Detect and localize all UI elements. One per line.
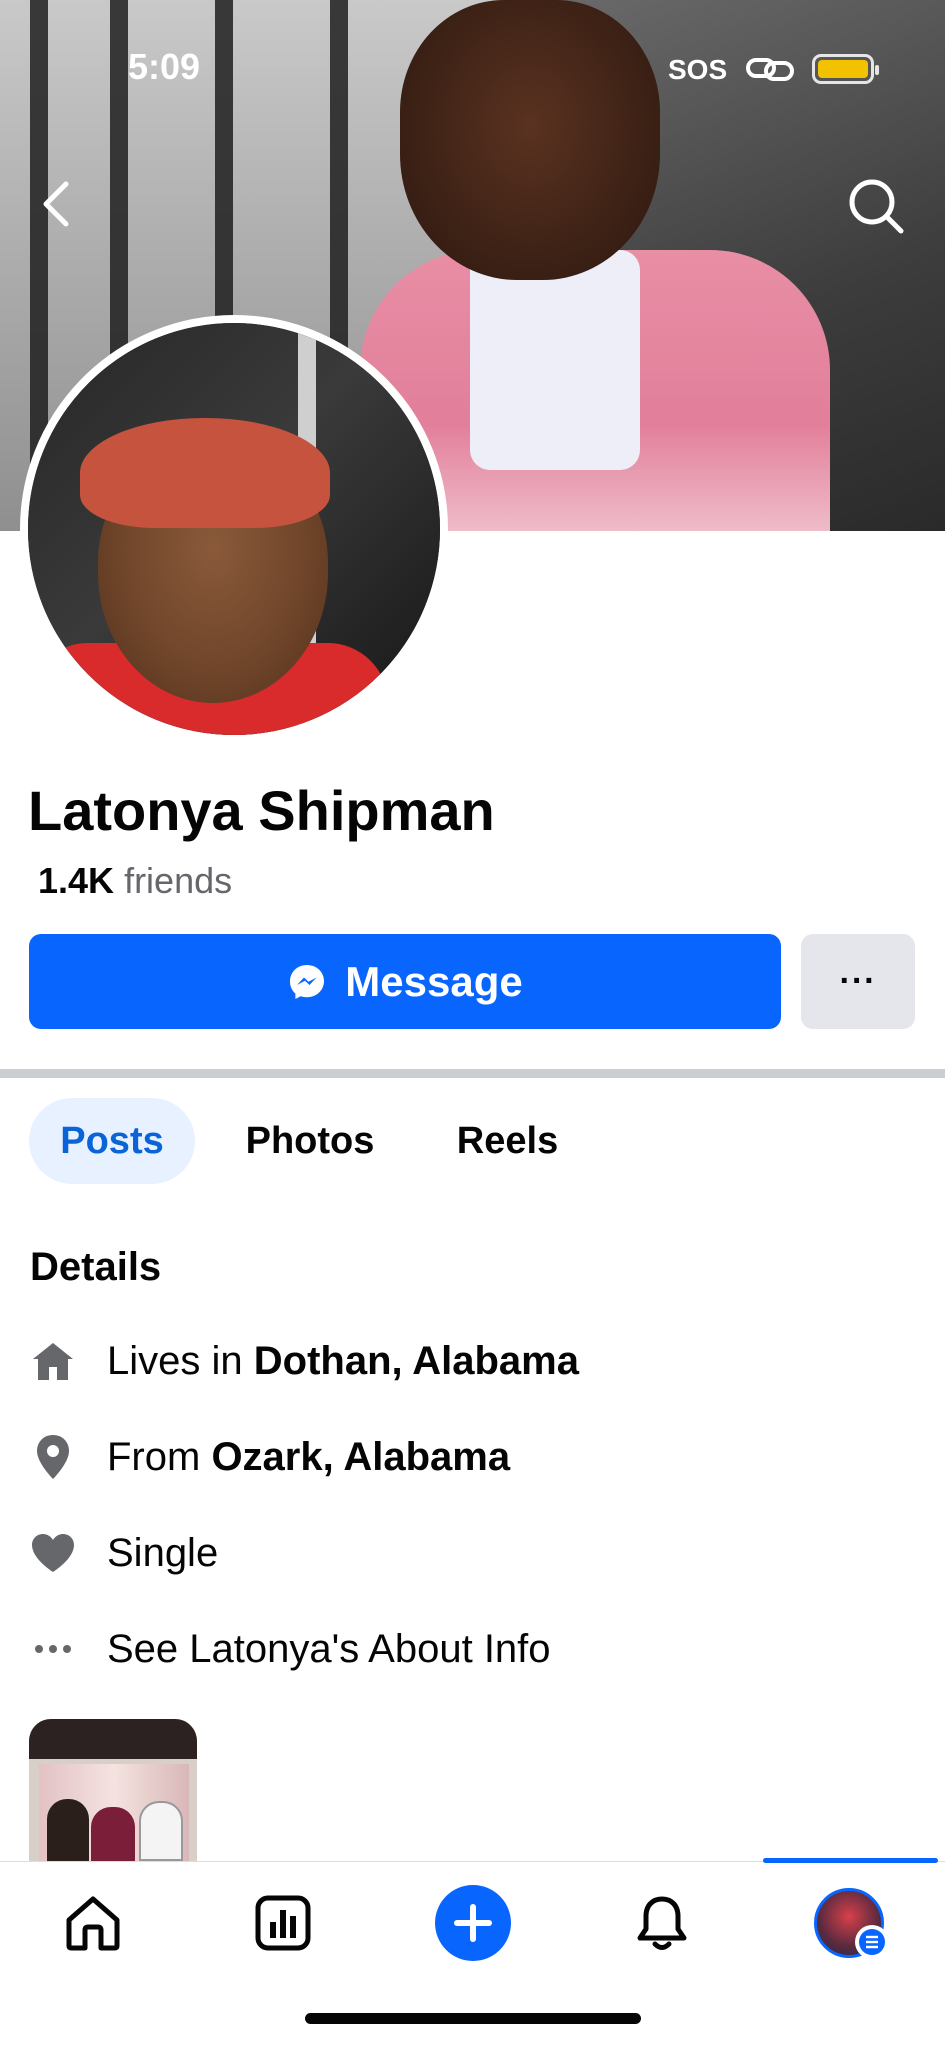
see-about-info-link[interactable]: See Latonya's About Info <box>0 1614 945 1684</box>
heart-icon <box>28 1528 78 1578</box>
details-heading: Details <box>30 1245 162 1289</box>
detail-from: From Ozark, Alabama <box>0 1422 945 1492</box>
from-value: Ozark, Alabama <box>211 1434 511 1479</box>
lives-prefix: Lives in <box>107 1338 254 1383</box>
status-sos: SOS <box>668 54 728 85</box>
cover-shirt <box>470 250 640 470</box>
home-indicator <box>305 2013 641 2024</box>
more-dots-icon: ··· <box>839 962 877 1000</box>
link-icon <box>745 54 795 84</box>
nav-notifications[interactable] <box>627 1888 697 1958</box>
search-button[interactable] <box>846 176 906 236</box>
tab-posts[interactable]: Posts <box>29 1098 195 1184</box>
profile-name: Latonya Shipman <box>28 779 495 842</box>
status-time: 5:09 <box>128 46 201 87</box>
detail-relationship: Single <box>0 1518 945 1588</box>
section-divider <box>0 1069 945 1078</box>
friends-count[interactable]: 1.4K friends <box>38 860 232 902</box>
more-options-button[interactable]: ··· <box>801 934 915 1029</box>
menu-badge-icon <box>855 1925 889 1959</box>
message-label: Message <box>345 957 523 1005</box>
relationship-status: Single <box>107 1530 219 1575</box>
bell-icon <box>637 1896 687 1950</box>
search-icon <box>849 179 904 234</box>
create-plus-icon <box>454 1904 492 1942</box>
friends-label: friends <box>124 860 233 901</box>
nav-create[interactable] <box>435 1885 511 1961</box>
profile-avatar[interactable] <box>20 315 448 743</box>
home-icon <box>66 1896 120 1951</box>
friends-number: 1.4K <box>38 860 115 901</box>
nav-dashboard[interactable] <box>248 1888 318 1958</box>
about-info-label: See Latonya's About Info <box>107 1626 551 1671</box>
battery-icon <box>812 54 879 84</box>
featured-photo[interactable] <box>29 1719 197 1861</box>
nav-home[interactable] <box>58 1888 128 1958</box>
dashboard-icon <box>255 1895 311 1951</box>
cover-face <box>400 0 660 280</box>
more-horizontal-icon <box>28 1624 78 1674</box>
location-pin-icon <box>28 1432 78 1482</box>
tab-reels[interactable]: Reels <box>430 1098 585 1184</box>
detail-lives-in: Lives in Dothan, Alabama <box>0 1326 945 1396</box>
back-button[interactable] <box>34 176 78 232</box>
from-prefix: From <box>107 1434 212 1479</box>
tab-photos[interactable]: Photos <box>225 1098 395 1184</box>
message-button[interactable]: Message <box>29 934 781 1029</box>
messenger-icon <box>290 964 325 999</box>
active-tab-indicator <box>763 1858 938 1863</box>
home-icon <box>28 1336 78 1386</box>
lives-value: Dothan, Alabama <box>253 1338 579 1383</box>
chevron-left-icon <box>43 181 69 227</box>
